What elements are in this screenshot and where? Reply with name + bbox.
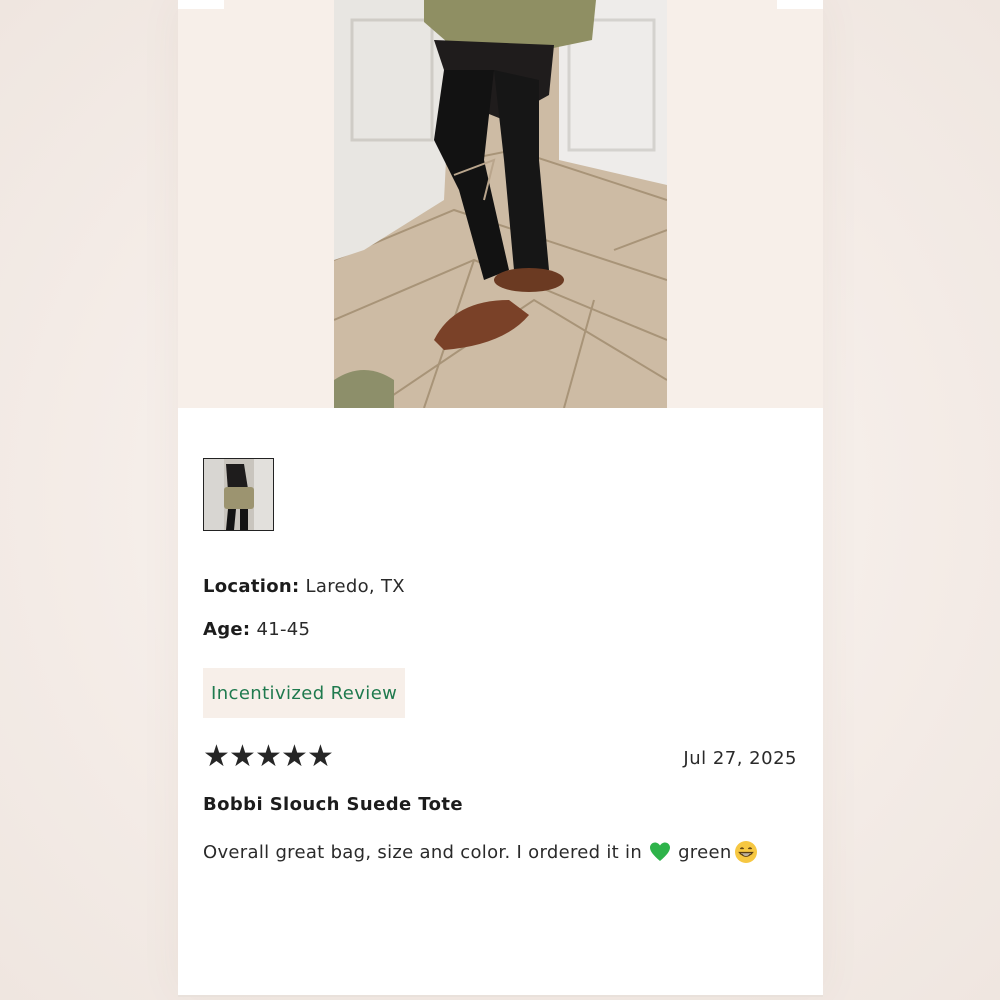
grinning-face-icon (734, 840, 758, 864)
card-bottom-divider (178, 995, 823, 997)
location-label: Location: (203, 576, 300, 597)
review-title: Bobbi Slouch Suede Tote (203, 794, 463, 815)
star-rating: ★ ★ ★ ★ ★ (203, 739, 334, 774)
location-value: Laredo, TX (305, 576, 405, 597)
star-icon: ★ (255, 739, 282, 774)
green-heart-icon (648, 840, 672, 864)
age-label: Age: (203, 619, 251, 640)
review-body: Overall great bag, size and color. I ord… (203, 840, 760, 864)
review-thumbnail[interactable] (203, 458, 274, 531)
star-icon: ★ (203, 739, 230, 774)
star-icon: ★ (307, 739, 334, 774)
location-row: Location: Laredo, TX (203, 576, 405, 597)
review-body-text: Overall great bag, size and color. I ord… (203, 841, 643, 863)
star-icon: ★ (229, 739, 256, 774)
review-card: Location: Laredo, TX Age: 41-45 Incentiv… (178, 0, 823, 995)
review-photo[interactable] (334, 0, 667, 408)
age-row: Age: 41-45 (203, 619, 310, 640)
review-date: Jul 27, 2025 (683, 748, 797, 769)
incentivized-review-badge: Incentivized Review (203, 668, 406, 718)
review-body-color: green (678, 841, 732, 863)
star-icon: ★ (281, 739, 308, 774)
media-corner-left (178, 0, 224, 9)
review-media-area (178, 0, 823, 408)
media-corner-right (777, 0, 823, 9)
age-value: 41-45 (256, 619, 311, 640)
